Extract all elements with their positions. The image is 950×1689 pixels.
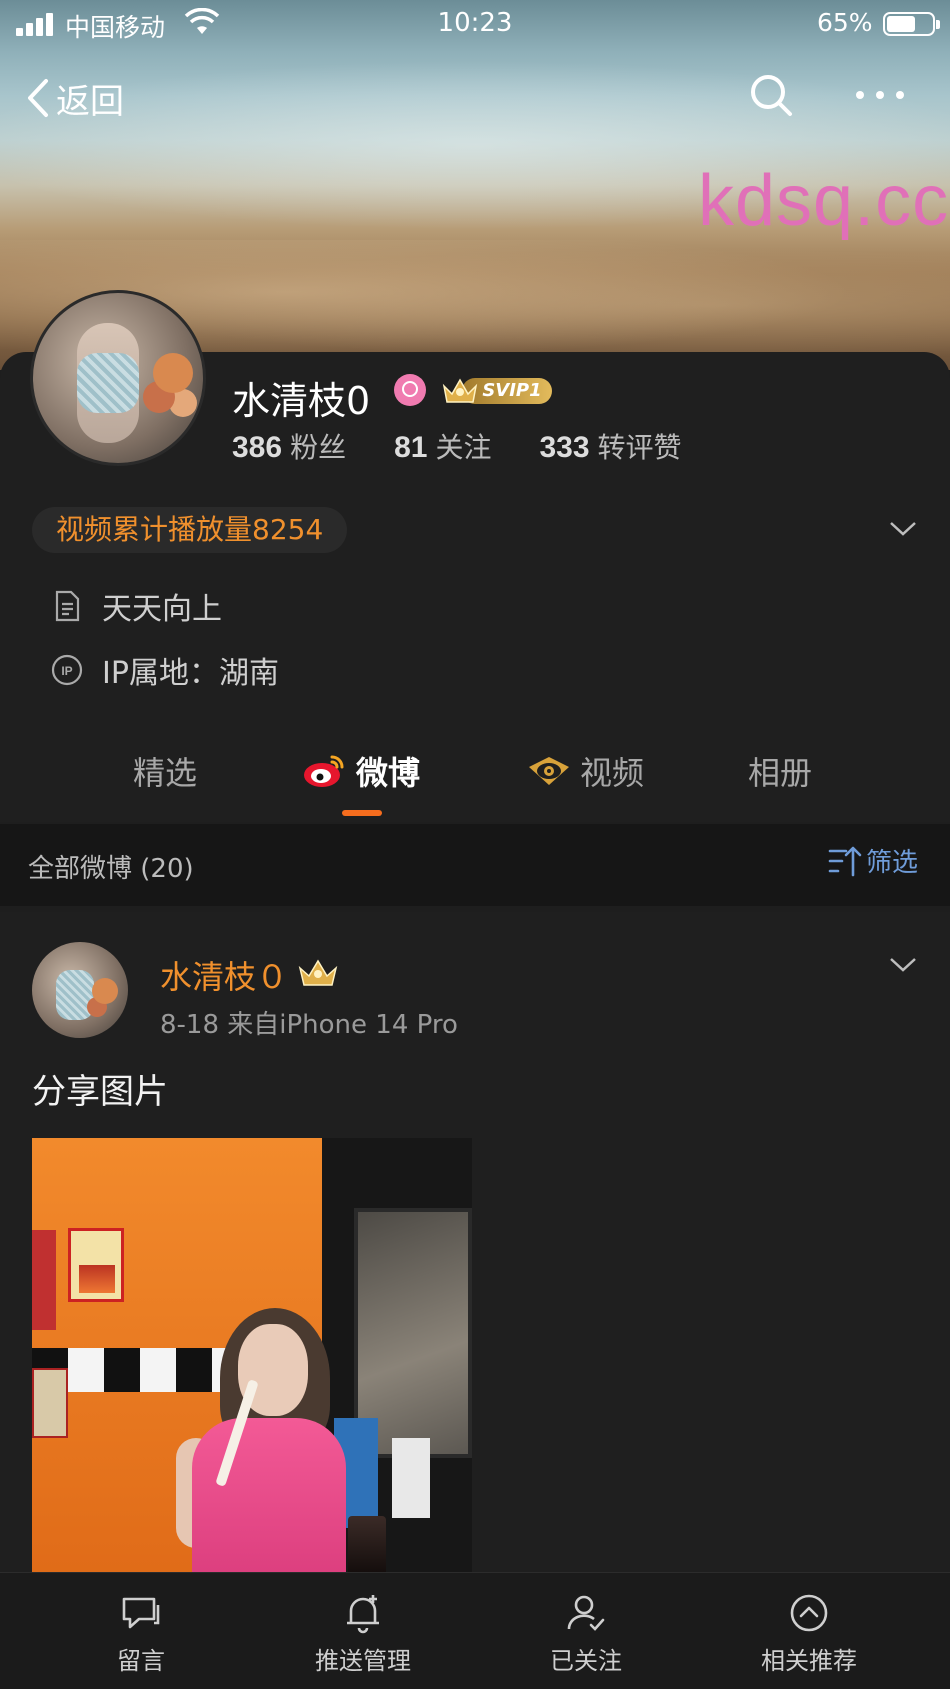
user-check-icon [567,1595,605,1631]
filter-label: 筛选 [866,848,919,878]
filter-button[interactable]: 筛选 [828,842,918,879]
profile-page: 中国移动 10:23 65% 返回 kdsq.cc 水清枝0 SVIP1 386… [0,0,950,1689]
chevron-down-icon[interactable] [888,952,918,976]
bio-text: 天天向上 [102,592,222,627]
more-horizontal-icon[interactable] [850,80,910,110]
post-text: 分享图片 [32,1072,168,1112]
ip-row: IP IP属地：湖南 [50,648,279,692]
ip-location-text: IP属地：湖南 [102,656,279,691]
followed-button[interactable]: 已关注 [506,1591,666,1676]
back-button[interactable]: 返回 [24,72,124,124]
video-eye-icon [529,757,569,785]
followers-stat[interactable]: 386 粉丝 [232,426,346,466]
crown-icon [442,378,478,403]
svg-text:IP: IP [61,664,72,678]
chevron-down-icon[interactable] [888,516,918,540]
feed-filter-bar: 全部微博 (20) 筛选 [0,824,950,906]
tab-video[interactable]: 视频 [526,748,644,794]
bell-plus-icon [347,1595,379,1634]
profile-tabs: 精选 微博 视频 相册 [0,740,950,822]
ip-location-icon: IP [51,654,83,686]
avatar[interactable] [30,290,206,466]
bottom-action-bar: 留言 推送管理 已关注 相关推荐 [0,1572,950,1689]
search-icon[interactable] [748,72,794,118]
all-posts-count: 全部微博 (20) [28,854,194,884]
filter-icon [828,846,862,876]
female-icon [394,374,426,406]
post-meta: 8-18 来自iPhone 14 Pro [160,1010,458,1040]
related-recommend-button[interactable]: 相关推荐 [729,1591,889,1676]
likes-stat[interactable]: 333 转评赞 [539,426,681,466]
profile-name: 水清枝0 [232,379,371,423]
profile-stats: 386 粉丝 81 关注 333 转评赞 [232,426,730,466]
document-icon [55,590,80,622]
tab-album[interactable]: 相册 [748,748,812,794]
post-author[interactable]: 水清枝０ [160,952,288,998]
video-plays-badge: 视频累计播放量8254 [32,507,348,553]
push-settings-button[interactable]: 推送管理 [283,1591,443,1676]
bio-row: 天天向上 [50,584,222,628]
message-button[interactable]: 留言 [61,1591,221,1676]
watermark: kdsq.cc [698,161,950,241]
battery-icon [883,12,940,36]
chevron-up-circle-icon [790,1594,828,1632]
back-label: 返回 [56,81,124,122]
post-card[interactable]: 水清枝０ 8-18 来自iPhone 14 Pro 分享图片 [0,912,950,1578]
post-avatar[interactable] [32,942,128,1038]
battery-percent: 65% [817,8,873,37]
message-icon [122,1597,160,1629]
clock: 10:23 [437,8,513,38]
active-tab-indicator [342,810,382,816]
weibo-logo-icon [304,755,344,787]
status-bar: 中国移动 10:23 65% [0,0,950,48]
tab-weibo[interactable]: 微博 [302,748,420,794]
chevron-left-icon [28,79,48,117]
following-stat[interactable]: 81 关注 [394,426,491,466]
tab-featured[interactable]: 精选 [133,748,197,794]
svip-badge[interactable]: SVIP1 [440,374,552,408]
post-photo[interactable] [32,1138,472,1578]
crown-icon [298,959,338,986]
